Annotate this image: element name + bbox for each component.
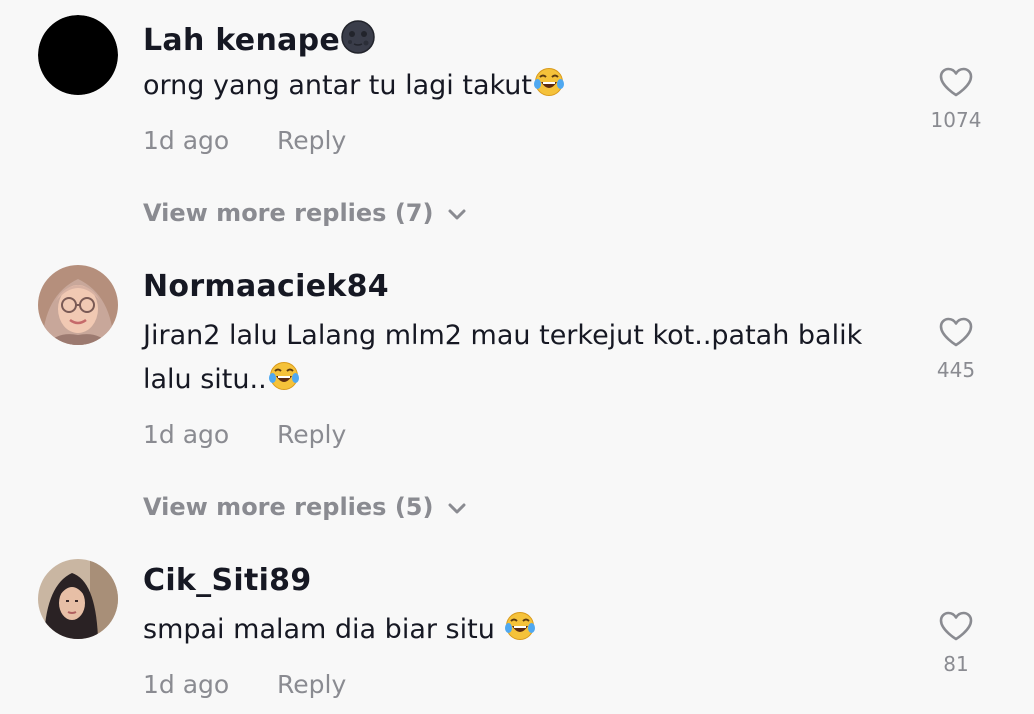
comment-text-wrap: orng yang antar tu lagi takut xyxy=(143,64,903,112)
comment-text: Jiran2 lalu Lalang mlm2 mau terkejut kot… xyxy=(143,320,863,395)
tears-of-joy-icon xyxy=(533,66,565,112)
reply-button[interactable]: Reply xyxy=(277,670,346,700)
woman-glasses-hijab-avatar-icon xyxy=(38,265,118,345)
avatar[interactable] xyxy=(38,559,118,639)
tears-of-joy-icon xyxy=(268,360,300,406)
black-circle-avatar-icon xyxy=(38,15,118,95)
comment-username[interactable]: Normaaciek84 xyxy=(143,270,389,304)
heart-icon[interactable] xyxy=(938,316,974,348)
view-more-replies-label[interactable]: View more replies (5) xyxy=(143,493,433,521)
comment-text-wrap: smpai malam dia biar situ xyxy=(143,608,903,656)
avatar[interactable] xyxy=(38,15,118,95)
view-more-replies-button[interactable]: View more replies (5) xyxy=(143,492,467,523)
comment-time: 1d ago xyxy=(143,670,230,699)
like-count: 445 xyxy=(936,358,976,382)
new-moon-face-icon xyxy=(341,20,375,62)
comment-username[interactable]: Lah kenape xyxy=(143,23,340,58)
reply-button[interactable]: Reply xyxy=(277,420,346,450)
comment-time: 1d ago xyxy=(143,126,230,155)
comment-username-wrap[interactable]: Lah kenape xyxy=(143,20,375,62)
comment-text: orng yang antar tu lagi takut xyxy=(143,70,532,101)
like-count: 81 xyxy=(943,652,969,676)
view-more-replies-button[interactable]: View more replies (7) xyxy=(143,198,467,229)
chevron-down-icon xyxy=(447,493,467,523)
avatar[interactable] xyxy=(38,265,118,345)
like-button[interactable]: 1074 xyxy=(926,66,986,132)
chevron-down-icon xyxy=(447,199,467,229)
comment-meta: 1d ago Reply xyxy=(143,126,346,156)
heart-icon[interactable] xyxy=(938,610,974,642)
reply-button[interactable]: Reply xyxy=(277,126,346,156)
comment-username[interactable]: Cik_Siti89 xyxy=(143,564,312,598)
comment-time: 1d ago xyxy=(143,420,230,449)
comment-meta: 1d ago Reply xyxy=(143,420,346,450)
like-count: 1074 xyxy=(930,108,982,132)
like-button[interactable]: 445 xyxy=(926,316,986,382)
tears-of-joy-icon xyxy=(504,610,536,656)
heart-icon[interactable] xyxy=(938,66,974,98)
woman-hijab-avatar-icon xyxy=(38,559,118,639)
comment-meta: 1d ago Reply xyxy=(143,670,346,700)
view-more-replies-label[interactable]: View more replies (7) xyxy=(143,199,433,227)
comment-text-wrap: Jiran2 lalu Lalang mlm2 mau terkejut kot… xyxy=(143,314,903,406)
like-button[interactable]: 81 xyxy=(926,610,986,676)
comment-text: smpai malam dia biar situ xyxy=(143,614,504,645)
